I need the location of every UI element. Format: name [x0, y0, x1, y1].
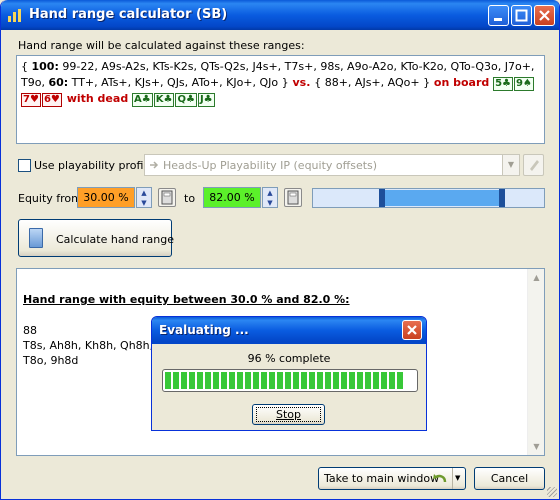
playing-card: 6♥	[41, 93, 62, 107]
arrow-return-icon	[433, 474, 447, 483]
hand-range-window: Hand range calculator (SB) Hand range wi…	[0, 0, 560, 500]
dialog-title: Evaluating ...	[159, 323, 249, 337]
playing-card: 7♥	[21, 93, 41, 107]
ranges-textbox[interactable]: { 100: 99-22, A9s-A2s, KTs-K2s, QTs-Q2s,…	[16, 55, 545, 144]
title-bar[interactable]: Hand range calculator (SB)	[1, 0, 559, 30]
playing-card: 5♣	[493, 77, 514, 91]
calculate-button-label: Calculate hand range	[56, 233, 175, 246]
resize-grip[interactable]	[547, 487, 557, 497]
dead-cards: A♣ K♣ Q♣ J♣	[132, 92, 216, 107]
calculator-icon	[29, 228, 43, 248]
cancel-label: Cancel	[490, 472, 529, 485]
playing-card: A♣	[132, 93, 153, 107]
playing-card: 9♠	[514, 77, 534, 91]
result-line: 88	[23, 324, 37, 337]
equity-from-calculator-button[interactable]	[158, 188, 176, 207]
playability-profile-select[interactable]: Heads-Up Playability IP (equity offsets)…	[144, 154, 520, 176]
ranges-label: Hand range will be calculated against th…	[18, 39, 305, 52]
calculator-icon	[287, 190, 299, 205]
spin-down-icon[interactable]: ▼	[137, 198, 151, 208]
range-60: TT+, ATs+, KJs+, QJs, ATo+, KJo+, QJo }	[68, 76, 289, 89]
scroll-down-icon[interactable]: ▼	[528, 438, 545, 455]
chevron-down-icon[interactable]: ▼	[502, 155, 519, 175]
take-to-main-window-label: Take to main window	[324, 472, 440, 485]
equity-range-slider[interactable]	[312, 188, 545, 208]
result-line: T8s, Ah8h, Kh8h, Qh8h,	[23, 339, 154, 352]
calculator-icon	[161, 190, 173, 205]
equity-to-label: to	[184, 192, 196, 205]
progress-bar	[162, 369, 418, 392]
playing-card: Q♣	[175, 93, 197, 107]
minimize-icon	[494, 18, 502, 21]
playability-profile-value: Heads-Up Playability IP (equity offsets)	[163, 159, 378, 172]
equity-from-input[interactable]: 30.00 %	[77, 187, 135, 208]
split-divider	[452, 468, 453, 489]
result-heading: Hand range with equity between 30.0 % an…	[23, 293, 350, 306]
progress-status: 96 % complete	[247, 352, 331, 365]
stop-button[interactable]: Stop	[252, 404, 325, 425]
cancel-button[interactable]: Cancel	[474, 467, 545, 490]
vs-label: vs.	[288, 76, 315, 89]
equity-to-input[interactable]: 82.00 %	[203, 187, 261, 208]
close-icon	[407, 325, 417, 335]
evaluating-dialog: Evaluating ... 96 % complete Stop	[151, 316, 427, 431]
equity-from-spinner[interactable]: ▲ ▼	[136, 187, 152, 208]
result-scrollbar[interactable]: ▲ ▼	[527, 269, 544, 455]
dialog-title-bar[interactable]: Evaluating ...	[152, 317, 426, 344]
villain-range: { 88+, AJs+, AQo+ }	[314, 76, 431, 89]
playing-card: J♣	[197, 93, 215, 107]
close-icon	[539, 10, 550, 21]
pencil-icon	[530, 160, 539, 171]
maximize-icon	[515, 9, 528, 22]
equity-from-label: Equity from	[18, 192, 82, 205]
playing-card: K♣	[153, 93, 175, 107]
equity-to-calculator-button[interactable]	[284, 188, 302, 207]
result-line: T8o, 9h8d	[23, 354, 79, 367]
take-to-main-window-button[interactable]: Take to main window ▼	[318, 467, 466, 490]
slider-range-fill	[382, 190, 503, 206]
weight-60: 60:	[48, 76, 69, 89]
dropdown-arrow-icon[interactable]: ▼	[455, 468, 460, 489]
slider-to-thumb[interactable]	[499, 189, 506, 207]
scroll-up-icon[interactable]: ▲	[528, 269, 545, 286]
slider-from-thumb[interactable]	[379, 189, 386, 207]
chart-app-icon	[8, 9, 21, 22]
playability-label: Use playability profile:	[34, 159, 157, 172]
on-board-label: on board	[430, 76, 494, 89]
minimize-button[interactable]	[488, 5, 509, 26]
focus-rect	[256, 407, 321, 422]
progress-fill	[165, 372, 405, 389]
edit-profile-button[interactable]	[523, 154, 544, 176]
maximize-button[interactable]	[511, 5, 532, 26]
open-brace: {	[21, 60, 32, 73]
close-button[interactable]	[534, 5, 555, 26]
dialog-close-button[interactable]	[402, 320, 422, 340]
spin-up-icon[interactable]: ▲	[137, 188, 151, 198]
arrow-right-icon	[150, 161, 159, 169]
spin-down-icon[interactable]: ▼	[263, 198, 277, 208]
playability-checkbox[interactable]	[18, 159, 31, 172]
window-title: Hand range calculator (SB)	[29, 7, 228, 22]
with-dead-label: with dead	[62, 92, 133, 105]
equity-to-spinner[interactable]: ▲ ▼	[262, 187, 278, 208]
weight-100: 100:	[31, 60, 59, 73]
calculate-hand-range-button[interactable]: Calculate hand range	[18, 219, 175, 257]
spin-up-icon[interactable]: ▲	[263, 188, 277, 198]
